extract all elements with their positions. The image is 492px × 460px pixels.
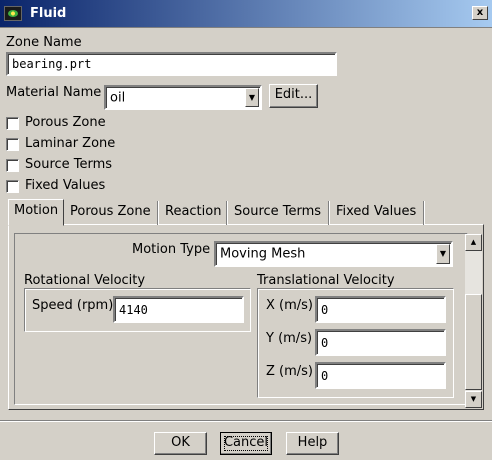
motion-type-label: Motion Type — [132, 242, 211, 257]
chevron-down-icon[interactable]: ▼ — [436, 244, 450, 264]
vertical-scrollbar[interactable]: ▲ ▼ — [465, 234, 482, 408]
material-value: oil — [110, 90, 126, 105]
laminar-zone-label: Laminar Zone — [25, 136, 116, 151]
focus-ring — [224, 436, 268, 451]
motion-type-value: Moving Mesh — [220, 246, 306, 262]
x-velocity-value: 0 — [321, 302, 329, 317]
tab-porous-zone[interactable]: Porous Zone — [65, 201, 158, 225]
z-velocity-input[interactable]: 0 — [315, 362, 446, 389]
fixed-values-checkbox[interactable] — [6, 180, 19, 193]
zone-name-label: Zone Name — [6, 35, 82, 50]
help-button[interactable]: Help — [286, 432, 339, 455]
y-velocity-input[interactable]: 0 — [315, 329, 446, 356]
x-velocity-input[interactable]: 0 — [315, 296, 446, 323]
window-title: Fluid — [30, 6, 67, 21]
chevron-down-icon[interactable]: ▼ — [245, 88, 259, 107]
divider — [0, 420, 492, 422]
fluent-app-icon — [4, 6, 22, 21]
arrow-up-icon[interactable]: ▲ — [465, 234, 482, 251]
cancel-button[interactable]: Cancel — [220, 432, 272, 455]
speed-value: 4140 — [119, 302, 148, 317]
x-velocity-label: X (m/s) — [266, 298, 313, 313]
translational-velocity-title: Translational Velocity — [257, 273, 395, 288]
source-terms-checkbox[interactable] — [6, 159, 19, 172]
source-terms-label: Source Terms — [25, 157, 113, 172]
speed-label: Speed (rpm) — [32, 298, 114, 313]
scrollbar-thumb[interactable] — [465, 294, 482, 390]
close-icon[interactable]: x — [472, 6, 488, 20]
tab-reaction[interactable]: Reaction — [160, 201, 227, 225]
motion-type-dropdown[interactable]: Moving Mesh ▼ — [214, 241, 453, 267]
rotational-velocity-title: Rotational Velocity — [24, 273, 146, 288]
tab-motion[interactable]: Motion — [8, 199, 64, 226]
arrow-down-icon[interactable]: ▼ — [465, 391, 482, 408]
tab-fixed-values[interactable]: Fixed Values — [331, 201, 424, 225]
zone-name-input[interactable]: bearing.prt — [6, 52, 337, 76]
y-velocity-label: Y (m/s) — [266, 331, 313, 346]
laminar-zone-checkbox[interactable] — [6, 138, 19, 151]
porous-zone-label: Porous Zone — [25, 115, 106, 130]
title-bar: Fluid x — [0, 0, 492, 28]
ok-button[interactable]: OK — [154, 432, 207, 455]
porous-zone-checkbox[interactable] — [6, 117, 19, 130]
material-dropdown[interactable]: oil ▼ — [104, 85, 262, 110]
fixed-values-label: Fixed Values — [25, 178, 106, 193]
tab-source-terms[interactable]: Source Terms — [229, 201, 329, 225]
z-velocity-label: Z (m/s) — [266, 364, 313, 379]
edit-material-button[interactable]: Edit... — [269, 84, 318, 108]
z-velocity-value: 0 — [321, 368, 329, 383]
zone-name-value: bearing.prt — [12, 57, 92, 71]
speed-input[interactable]: 4140 — [113, 296, 244, 323]
material-name-label: Material Name — [6, 85, 102, 100]
y-velocity-value: 0 — [321, 335, 329, 350]
